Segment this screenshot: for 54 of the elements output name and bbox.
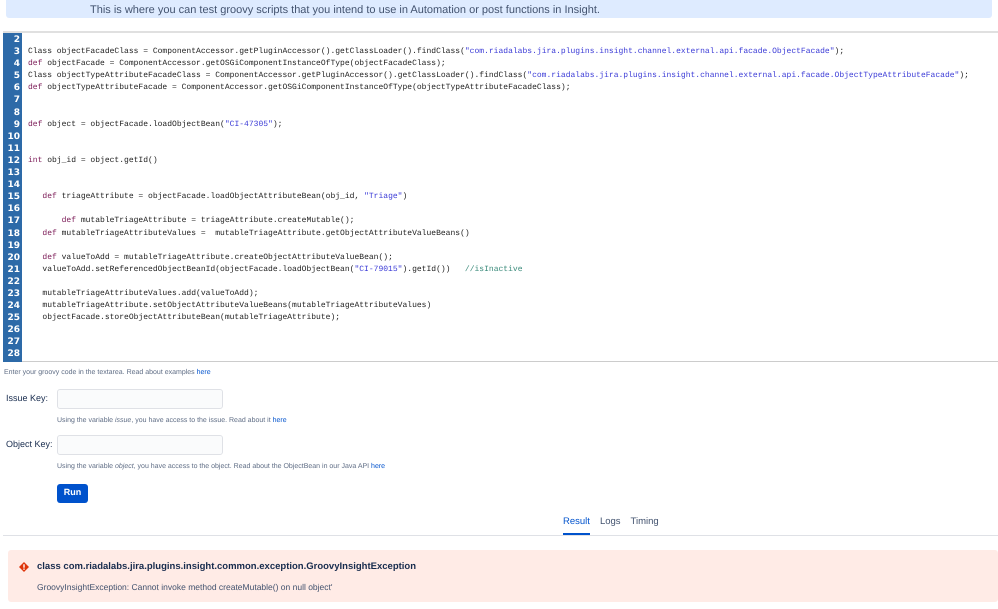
code-line: def mutableTriageAttribute = triageAttribute.createMutable();	[60, 216, 354, 226]
banner-text: This is where you can test groovy scripts that you intend to use in Automation or post functions in Insight.	[90, 3, 600, 18]
code-editor[interactable]	[3, 31, 998, 362]
error-title: class com.riadalabs.jira.plugins.insight.common.exception.GroovyInsightException	[37, 560, 416, 574]
line-number: 12	[6, 154, 21, 168]
line-number: 5	[12, 70, 21, 82]
code-line: def triageAttribute = objectFacade.loadObjectAttributeBean(obj_id, "Triage")	[41, 192, 408, 202]
error-icon	[19, 562, 29, 572]
code-line: def objectTypeAttributeFacade = ComponentAccessor.getOSGiComponentInstanceOfType(objectTypeAttributeFacadeClass);	[28, 83, 570, 92]
line-number: 4	[12, 58, 21, 70]
line-number: 10	[6, 130, 21, 143]
line-number: 16	[6, 203, 21, 216]
line-number: 23	[6, 288, 21, 300]
run-button[interactable]: Run	[57, 484, 88, 502]
line-number: 9	[12, 118, 21, 131]
result-tab[interactable]: Logs	[600, 515, 621, 534]
line-number: 19	[6, 240, 21, 252]
line-number: 28	[6, 348, 21, 361]
code-line: def object = objectFacade.loadObjectBean("CI-47305");	[28, 120, 282, 129]
code-line: def valueToAdd = mutableTriageAttribute.createObjectAttributeValueBean();	[41, 252, 393, 262]
line-number: 17	[6, 215, 21, 228]
field-label: Issue Key:	[5, 392, 50, 405]
line-number: 8	[12, 106, 21, 119]
code-line: mutableTriageAttributeValues.add(valueToAdd);	[41, 288, 258, 298]
line-number: 22	[6, 276, 21, 288]
line-number: 2	[12, 34, 21, 46]
line-number: 26	[6, 324, 21, 336]
line-number: 18	[6, 228, 21, 240]
code-line: valueToAdd.setReferencedObjectBeanId(objectFacade.loadObjectBean("CI-79015").getId()) //isInactive	[41, 264, 522, 274]
line-number: 7	[12, 94, 21, 107]
code-line: mutableTriageAttribute.setObjectAttributeValueBeans(mutableTriageAttributeValues)	[41, 301, 432, 310]
line-number: 6	[12, 82, 21, 94]
line-number: 14	[6, 179, 21, 192]
line-number: 3	[12, 46, 21, 58]
error-text: GroovyInsightException: Cannot invoke method createMutable() on null object'	[37, 580, 334, 594]
text-input[interactable]	[57, 388, 223, 408]
code-line: Class objectTypeAttributeFacadeClass = ComponentAccessor.getPluginAccessor().getClassLoader().findClass("com.riadalabs.jira.plugins.insight.channel.external.api.facade.ObjectTypeAttributeFacade");	[28, 71, 969, 80]
code-line: Class objectFacadeClass = ComponentAccessor.getPluginAccessor().getClassLoader().findClass("com.riadalabs.jira.plugins.insight.channel.external.api.facade.ObjectFacade");	[28, 47, 844, 56]
code-line: def objectFacade = ComponentAccessor.getOSGiComponentInstanceOfType(objectFacadeClass);	[28, 59, 446, 68]
line-number: 13	[6, 167, 21, 180]
field-label: Object Key:	[5, 438, 54, 452]
result-tab[interactable]: Timing	[630, 515, 659, 534]
line-number: 20	[6, 252, 21, 264]
code-line: def mutableTriageAttributeValues = mutableTriageAttribute.getObjectAttributeValueBeans()	[41, 228, 470, 238]
line-number: 27	[6, 336, 21, 348]
line-number: 25	[6, 312, 21, 324]
line-number: 21	[6, 264, 21, 276]
line-number: 24	[6, 300, 21, 312]
code-line: int obj_id = object.getId()	[28, 156, 158, 165]
line-number: 11	[6, 142, 21, 155]
result-tab[interactable]: Result	[563, 515, 590, 534]
line-number: 15	[6, 191, 21, 204]
code-line: objectFacade.storeObjectAttributeBean(mutableTriageAttribute);	[41, 313, 340, 322]
text-input[interactable]	[57, 435, 223, 455]
